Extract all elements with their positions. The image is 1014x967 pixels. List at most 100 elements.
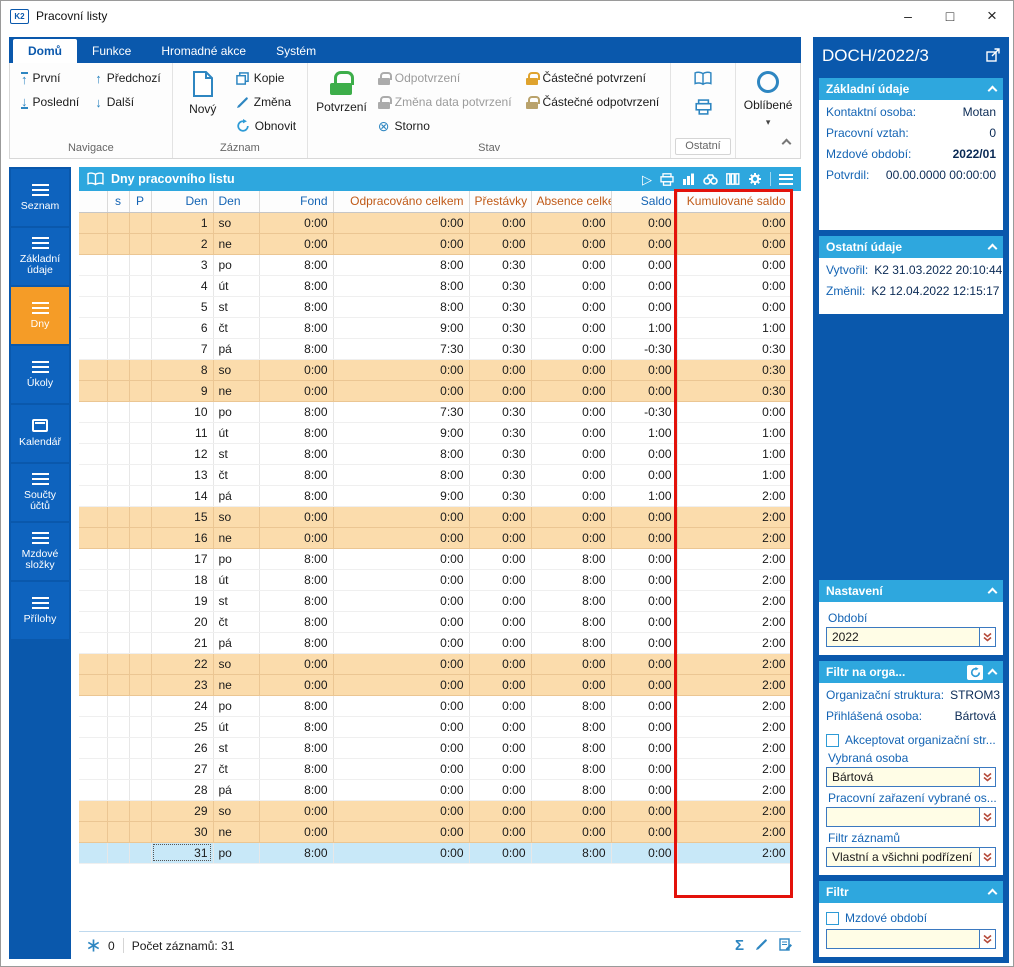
cell-nazev[interactable]: út [213,569,260,591]
cell-expander[interactable] [79,401,108,423]
cell-absence[interactable]: 0:00 [531,254,612,276]
cell-nazev[interactable]: ne [213,380,260,402]
grid-menu-button[interactable] [779,173,793,185]
unconfirm-button[interactable]: Odpotvrzení [371,66,467,90]
cell-odpracovano[interactable]: 0:00 [333,569,470,591]
cell-s[interactable] [107,380,130,402]
cell-den[interactable]: 19 [151,590,214,612]
cell-s[interactable] [107,737,130,759]
column-header-odpracovano[interactable]: Odpracováno celkem [333,191,470,213]
form-edit-button[interactable] [779,937,793,954]
cell-odpracovano[interactable]: 0:00 [333,716,470,738]
cell-expander[interactable] [79,485,108,507]
cell-odpracovano[interactable]: 0:00 [333,800,470,822]
change-confirm-date-button[interactable]: Změna data potvrzení [371,90,519,114]
favorites-button[interactable]: Oblíbené ▾ [740,66,797,130]
cell-den[interactable]: 21 [151,632,214,654]
day-row-2[interactable]: 2 ne 0:00 0:00 0:00 0:00 0:00 0:00 [79,233,792,255]
cell-absence[interactable]: 0:00 [531,380,612,402]
day-row-8[interactable]: 8 so 0:00 0:00 0:00 0:00 0:00 0:30 [79,359,792,381]
cell-kumulovane[interactable]: 1:00 [677,464,792,486]
cell-prestavky[interactable]: 0:30 [469,485,532,507]
column-header-absence[interactable]: Absence celkem [531,191,612,213]
cell-odpracovano[interactable]: 0:00 [333,695,470,717]
new-button[interactable]: Nový [177,66,229,118]
cell-kumulovane[interactable]: 2:00 [677,569,792,591]
cell-absence[interactable]: 0:00 [531,821,612,843]
cell-prestavky[interactable]: 0:00 [469,632,532,654]
column-header-fond[interactable]: Fond [259,191,334,213]
day-row-5[interactable]: 5st 8:00 8:00 0:30 0:00 0:00 0:00 [79,296,792,318]
cell-expander[interactable] [79,359,108,381]
cell-s[interactable] [107,758,130,780]
cell-den[interactable]: 15 [151,506,214,528]
cell-prestavky[interactable]: 0:30 [469,296,532,318]
cell-s[interactable] [107,779,130,801]
cell-odpracovano[interactable]: 0:00 [333,779,470,801]
cell-nazev[interactable]: st [213,443,260,465]
cell-expander[interactable] [79,548,108,570]
cell-kumulovane[interactable]: 2:00 [677,779,792,801]
cell-saldo[interactable]: 0:00 [611,443,678,465]
cell-p[interactable] [129,359,152,381]
cell-fond[interactable]: 8:00 [259,842,334,864]
cell-s[interactable] [107,632,130,654]
cell-absence[interactable]: 0:00 [531,527,612,549]
cell-kumulovane[interactable]: 0:30 [677,380,792,402]
column-header-den[interactable]: Den [151,191,214,213]
cell-prestavky[interactable]: 0:00 [469,842,532,864]
day-row-29[interactable]: 29 so 0:00 0:00 0:00 0:00 0:00 2:00 [79,800,792,822]
cell-prestavky[interactable]: 0:30 [469,443,532,465]
cell-s[interactable] [107,506,130,528]
cell-prestavky[interactable]: 0:00 [469,695,532,717]
cell-odpracovano[interactable]: 7:30 [333,401,470,423]
cell-s[interactable] [107,296,130,318]
cell-nazev[interactable]: čt [213,758,260,780]
cell-nazev[interactable]: po [213,401,260,423]
cell-kumulovane[interactable]: 2:00 [677,653,792,675]
cell-p[interactable] [129,527,152,549]
cell-absence[interactable]: 8:00 [531,716,612,738]
cell-expander[interactable] [79,674,108,696]
section-header-filtr-orga[interactable]: Filtr na orga... [819,661,1003,683]
minimize-button[interactable]: – [887,1,929,31]
cell-nazev[interactable]: po [213,842,260,864]
cell-saldo[interactable]: 0:00 [611,212,678,234]
cell-prestavky[interactable]: 0:30 [469,275,532,297]
day-row-15[interactable]: 15 so 0:00 0:00 0:00 0:00 0:00 2:00 [79,506,792,528]
cell-nazev[interactable]: so [213,800,260,822]
cell-den[interactable]: 6 [151,317,214,339]
cell-prestavky[interactable]: 0:00 [469,737,532,759]
sidebar-item-soucty-uctu[interactable]: Součty účtů [11,464,69,521]
cell-saldo[interactable]: 0:00 [611,380,678,402]
cell-prestavky[interactable]: 0:30 [469,254,532,276]
cell-p[interactable] [129,401,152,423]
sum-button[interactable]: Σ [735,937,744,954]
cell-nazev[interactable]: čt [213,464,260,486]
cell-kumulovane[interactable]: 2:00 [677,758,792,780]
cell-expander[interactable] [79,716,108,738]
cell-nazev[interactable]: pá [213,632,260,654]
sidebar-item-prilohy[interactable]: Přílohy [11,582,69,639]
cell-prestavky[interactable]: 0:30 [469,338,532,360]
combo-dropdown-icon[interactable] [979,930,995,948]
cell-absence[interactable]: 0:00 [531,317,612,339]
cell-den[interactable]: 27 [151,758,214,780]
cell-absence[interactable]: 8:00 [531,737,612,759]
chart-button[interactable] [682,173,695,185]
column-header-saldo[interactable]: Saldo [611,191,678,213]
cell-p[interactable] [129,443,152,465]
cell-nazev[interactable]: pá [213,779,260,801]
cell-kumulovane[interactable]: 2:00 [677,695,792,717]
cell-nazev[interactable]: po [213,548,260,570]
cell-kumulovane[interactable]: 0:00 [677,401,792,423]
cell-den[interactable]: 29 [151,800,214,822]
open-window-button[interactable] [986,47,1000,65]
cell-nazev[interactable]: ne [213,527,260,549]
job-position-combo[interactable] [826,807,996,827]
cell-odpracovano[interactable]: 0:00 [333,590,470,612]
cell-den[interactable]: 16 [151,527,214,549]
cell-saldo[interactable]: 0:00 [611,506,678,528]
settings-button[interactable] [748,172,762,186]
cell-kumulovane[interactable]: 2:00 [677,590,792,612]
